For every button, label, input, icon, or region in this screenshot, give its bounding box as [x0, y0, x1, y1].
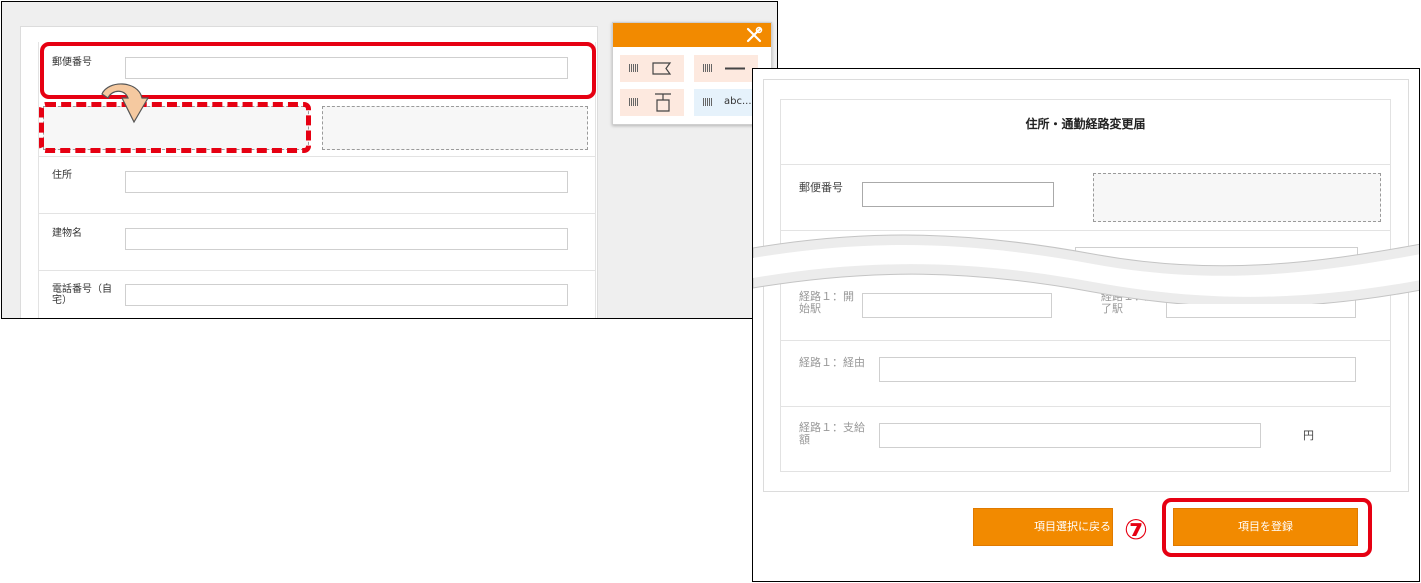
row-divider: [38, 213, 596, 214]
currency-unit: 円: [1303, 429, 1314, 442]
postal-code-label: 郵便番号: [799, 181, 843, 194]
route-via-input[interactable]: [879, 357, 1356, 382]
horizontal-line-icon: [725, 67, 745, 70]
toolbox-header: [613, 23, 771, 47]
address-input[interactable]: [125, 171, 568, 193]
row-divider: [780, 340, 1391, 341]
row-divider: [780, 164, 1391, 165]
tool-horizontal-line[interactable]: [694, 55, 758, 82]
drag-grip-icon: [703, 98, 712, 106]
label-field-icon: [652, 62, 672, 75]
screenshot-break-wave: [753, 234, 1419, 304]
placeholder-slot[interactable]: [1093, 173, 1381, 222]
building-input[interactable]: [125, 228, 568, 250]
drag-grip-icon: [703, 64, 712, 72]
row-divider: [38, 156, 596, 157]
tools-icon[interactable]: [745, 26, 763, 44]
address-label: 住所: [52, 170, 72, 181]
row-divider: [780, 406, 1391, 407]
move-arrow-icon: [101, 83, 150, 124]
tool-label-field[interactable]: [620, 55, 684, 82]
spacer-icon: [655, 93, 671, 112]
drag-grip-icon: [629, 98, 638, 106]
highlight-drop-target: [39, 102, 311, 153]
step-marker: ⑦: [1114, 514, 1158, 562]
drag-grip-icon: [629, 64, 638, 72]
form-title: 住所・通勤経路変更届: [1025, 117, 1146, 131]
left-screenshot: 郵便番号 住所 建物名 電話番号（自宅） abc...: [1, 1, 778, 319]
drop-slot-right[interactable]: [322, 106, 588, 150]
row-divider: [780, 230, 1391, 231]
postal-code-input[interactable]: [862, 182, 1054, 207]
tool-text[interactable]: abc...: [694, 89, 758, 116]
toolbox-panel: abc...: [612, 22, 772, 125]
home-phone-label: 電話番号（自宅）: [52, 284, 112, 306]
row-divider: [38, 270, 596, 271]
right-screenshot: 住所・通勤経路変更届 郵便番号 経路１：開始駅 経路１：終了駅 経路１：経由 経…: [752, 68, 1420, 582]
allowance-label: 経路１：支給額: [799, 421, 865, 446]
building-label: 建物名: [52, 228, 82, 239]
column-divider: [38, 42, 39, 318]
highlight-register-button: [1162, 498, 1372, 557]
text-tool-label: abc...: [724, 96, 752, 107]
tool-spacer[interactable]: [620, 89, 684, 116]
route-via-label: 経路１：経由: [799, 356, 865, 369]
back-to-item-selection-button[interactable]: 項目選択に戻る: [973, 508, 1113, 546]
allowance-input[interactable]: [879, 423, 1261, 448]
home-phone-input[interactable]: [125, 284, 568, 306]
